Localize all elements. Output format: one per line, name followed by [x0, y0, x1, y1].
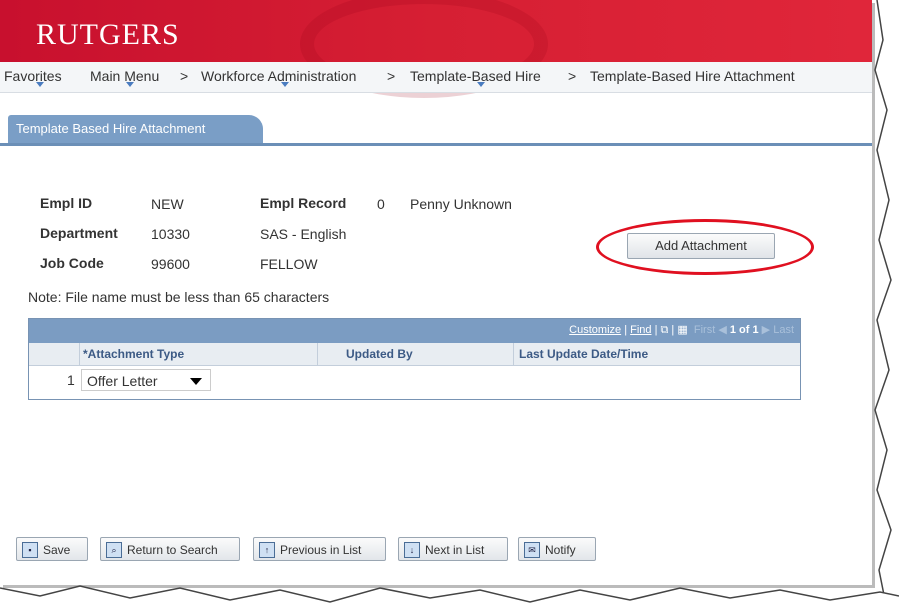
save-button[interactable]: ▪ Save	[16, 537, 88, 561]
view-all-icon[interactable]: ⧉	[661, 324, 669, 336]
previous-label: Previous in List	[280, 543, 362, 557]
empl-record-label: Empl Record	[260, 195, 347, 211]
search-icon: ⌕	[106, 542, 122, 558]
rutgers-logo: RUTGERS	[36, 18, 180, 51]
return-to-search-button[interactable]: ⌕ Return to Search	[100, 537, 240, 561]
employee-name: Penny Unknown	[410, 196, 512, 212]
customize-link[interactable]: Customize	[569, 324, 621, 336]
attachment-type-select[interactable]: Offer Letter	[81, 369, 211, 391]
template-hire-dropdown-icon[interactable]	[477, 82, 485, 87]
notify-icon: ✉	[524, 542, 540, 558]
col-updated-by[interactable]: Updated By	[346, 347, 413, 361]
find-link[interactable]: Find	[630, 324, 651, 336]
workforce-dropdown-icon[interactable]	[281, 82, 289, 87]
torn-edge-bottom	[0, 585, 899, 610]
grid-controls: Customize | Find | ⧉ | ▦ First ◀ 1 of 1 …	[569, 324, 794, 336]
save-icon: ▪	[22, 542, 38, 558]
department-label: Department	[40, 225, 118, 241]
file-name-note: Note: File name must be less than 65 cha…	[28, 289, 330, 305]
empl-record-value: 0	[377, 196, 385, 212]
last-link[interactable]: Last	[773, 324, 794, 336]
grid-header: Customize | Find | ⧉ | ▦ First ◀ 1 of 1 …	[29, 319, 800, 343]
col-attachment-type[interactable]: *Attachment Type	[83, 347, 184, 361]
job-code-label: Job Code	[40, 255, 104, 271]
breadcrumb: Favorites Main Menu > Workforce Administ…	[0, 62, 872, 93]
nav-workforce-administration[interactable]: Workforce Administration	[201, 68, 356, 84]
return-label: Return to Search	[127, 543, 218, 557]
first-link[interactable]: First	[694, 324, 715, 336]
attachment-grid: Customize | Find | ⧉ | ▦ First ◀ 1 of 1 …	[28, 318, 801, 400]
notify-label: Notify	[545, 543, 576, 557]
download-icon[interactable]: ▦	[677, 324, 687, 336]
job-code-name: FELLOW	[260, 256, 318, 272]
grid-column-headers: *Attachment Type Updated By Last Update …	[29, 343, 800, 366]
department-name: SAS - English	[260, 226, 347, 242]
column-divider	[79, 343, 80, 365]
next-in-list-button[interactable]: ↓ Next in List	[398, 537, 508, 561]
notify-button[interactable]: ✉ Notify	[518, 537, 596, 561]
favorites-dropdown-icon[interactable]	[36, 82, 44, 87]
nav-favorites[interactable]: Favorites	[4, 68, 62, 84]
header-banner: RUTGERS	[0, 0, 872, 98]
prev-arrow-icon[interactable]: ◀	[718, 324, 726, 336]
table-row: 1 Offer Letter	[29, 366, 800, 396]
pager-text: 1 of 1	[729, 324, 759, 336]
next-icon: ↓	[404, 542, 420, 558]
row-number: 1	[67, 372, 75, 388]
save-label: Save	[43, 543, 71, 557]
previous-in-list-button[interactable]: ↑ Previous in List	[253, 537, 386, 561]
page-frame: RUTGERS Favorites Main Menu > Workforce …	[0, 0, 872, 585]
nav-separator: >	[387, 68, 396, 84]
nav-main-menu[interactable]: Main Menu	[90, 68, 159, 84]
main-menu-dropdown-icon[interactable]	[126, 82, 134, 87]
chevron-down-icon[interactable]	[190, 378, 202, 385]
nav-separator: >	[180, 68, 189, 84]
torn-edge-right	[874, 0, 899, 610]
next-label: Next in List	[425, 543, 485, 557]
department-value: 10330	[151, 226, 190, 242]
tab-strip: Template Based Hire Attachment	[0, 115, 872, 146]
empl-id-label: Empl ID	[40, 195, 93, 211]
highlight-circle	[596, 219, 814, 275]
attachment-type-value: Offer Letter	[87, 373, 158, 389]
job-code-value: 99600	[151, 256, 190, 272]
previous-icon: ↑	[259, 542, 275, 558]
empl-id-value: NEW	[151, 196, 184, 212]
nav-template-based-hire-attachment[interactable]: Template-Based Hire Attachment	[590, 68, 795, 84]
next-arrow-icon[interactable]: ▶	[762, 324, 770, 336]
column-divider	[317, 343, 318, 365]
col-last-update[interactable]: Last Update Date/Time	[519, 347, 648, 361]
nav-template-based-hire[interactable]: Template-Based Hire	[410, 68, 541, 84]
nav-separator: >	[568, 68, 577, 84]
column-divider	[513, 343, 514, 365]
tab-template-based-hire-attachment[interactable]: Template Based Hire Attachment	[8, 115, 263, 143]
